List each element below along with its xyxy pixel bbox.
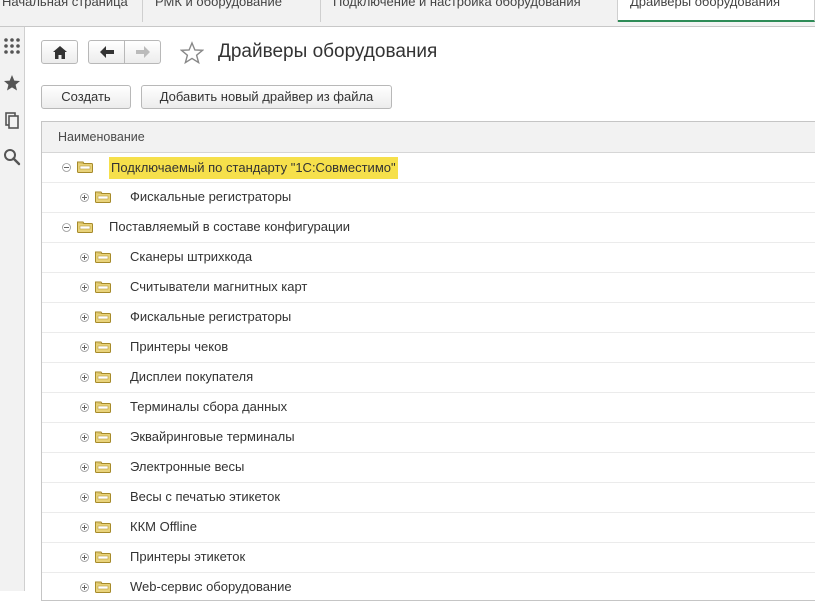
folder-icon [95,551,111,563]
folder-icon [95,431,111,443]
tree-item-row[interactable]: Дисплеи покупателя [42,363,815,393]
tab-equipment-setup[interactable]: Подключение и настройка оборудования [321,0,618,22]
forward-button[interactable] [124,40,161,64]
create-button[interactable]: Создать [41,85,131,109]
tree-row-label: Весы с печатью этикеток [130,489,281,504]
folder-icon [77,221,93,233]
tree-row-label: Подключаемый по стандарту "1С:Совместимо… [109,157,398,179]
tree-rows: Подключаемый по стандарту "1С:Совместимо… [42,153,815,600]
tree-item-row[interactable]: Принтеры чеков [42,333,815,363]
tree-row-label: Принтеры чеков [130,339,229,354]
folder-icon [95,581,111,593]
left-panel [0,27,25,591]
favorites-star-icon[interactable] [3,74,21,92]
tree-item-row[interactable]: Весы с печатью этикеток [42,483,815,513]
expand-icon[interactable] [80,313,89,322]
folder-icon [95,311,111,323]
tree-item-row[interactable]: Web-сервис оборудование [42,573,815,600]
tree-row-label: Фискальные регистраторы [130,189,292,204]
collapse-icon[interactable] [62,223,71,232]
tree-row-label: Эквайринговые терминалы [130,429,295,444]
tab-strip: Начальная страница РМК и оборудование По… [0,0,815,27]
history-icon[interactable] [3,111,21,129]
folder-icon [95,491,111,503]
folder-icon [95,341,111,353]
expand-icon[interactable] [80,283,89,292]
tree-group-row[interactable]: Поставляемый в составе конфигурации [42,213,815,243]
add-driver-from-file-button[interactable]: Добавить новый драйвер из файла [141,85,392,109]
expand-icon[interactable] [80,493,89,502]
expand-icon[interactable] [80,343,89,352]
tree-row-label: Терминалы сбора данных [130,399,288,414]
arrow-left-icon [99,46,114,58]
tree-row-label: Считыватели магнитных карт [130,279,308,294]
tree-item-row[interactable]: Терминалы сбора данных [42,393,815,423]
tree-item-row[interactable]: Электронные весы [42,453,815,483]
tab-label: Начальная страница [2,0,128,9]
tree-row-label: Поставляемый в составе конфигурации [109,219,350,234]
folder-icon [95,521,111,533]
expand-icon[interactable] [80,523,89,532]
expand-icon[interactable] [80,553,89,562]
expand-icon[interactable] [80,253,89,262]
home-button[interactable] [41,40,78,64]
column-header-name[interactable]: Наименование [42,122,815,153]
add-driver-button-label: Добавить новый драйвер из файла [159,89,374,104]
tree-item-row[interactable]: Считыватели магнитных карт [42,273,815,303]
expand-icon[interactable] [80,433,89,442]
tree-group-row[interactable]: Подключаемый по стандарту "1С:Совместимо… [42,153,815,183]
tree-row-label: Дисплеи покупателя [130,369,254,384]
search-icon[interactable] [3,148,21,166]
home-icon [52,46,67,59]
column-header-label: Наименование [58,130,145,144]
expand-icon[interactable] [80,193,89,202]
apps-grid-icon[interactable] [3,37,21,55]
tree-row-label: Фискальные регистраторы [130,309,292,324]
tab-rmk-equipment[interactable]: РМК и оборудование [143,0,321,22]
tab-label: Драйверы оборудования [630,0,781,9]
folder-icon [95,401,111,413]
tab-label: Подключение и настройка оборудования [333,0,581,9]
drivers-tree-table: Наименование Подключаемый по стандарту "… [41,121,815,601]
folder-icon [95,371,111,383]
arrow-right-icon [135,46,150,58]
tree-item-row[interactable]: Фискальные регистраторы [42,183,815,213]
favorite-star-icon[interactable] [180,41,204,65]
page-title: Драйверы оборудования [218,41,438,62]
tree-item-row[interactable]: ККМ Offline [42,513,815,543]
folder-icon [95,251,111,263]
tree-row-label: Web-сервис оборудование [130,579,292,594]
tab-home[interactable]: Начальная страница [0,0,143,22]
tree-item-row[interactable]: Сканеры штрихкода [42,243,815,273]
tree-row-label: Электронные весы [130,459,245,474]
expand-icon[interactable] [80,403,89,412]
folder-icon [95,461,111,473]
tab-equipment-drivers[interactable]: Драйверы оборудования [618,0,815,22]
expand-icon[interactable] [80,373,89,382]
folder-icon [95,281,111,293]
tree-item-row[interactable]: Фискальные регистраторы [42,303,815,333]
tree-row-label: Принтеры этикеток [130,549,246,564]
tab-label: РМК и оборудование [155,0,282,9]
tree-row-label: Сканеры штрихкода [130,249,253,264]
folder-icon [77,161,93,173]
tree-row-label: ККМ Offline [130,519,197,534]
create-button-label: Создать [61,89,111,104]
collapse-icon[interactable] [62,163,71,172]
back-button[interactable] [88,40,125,64]
expand-icon[interactable] [80,463,89,472]
tree-item-row[interactable]: Эквайринговые терминалы [42,423,815,453]
folder-icon [95,191,111,203]
tree-item-row[interactable]: Принтеры этикеток [42,543,815,573]
